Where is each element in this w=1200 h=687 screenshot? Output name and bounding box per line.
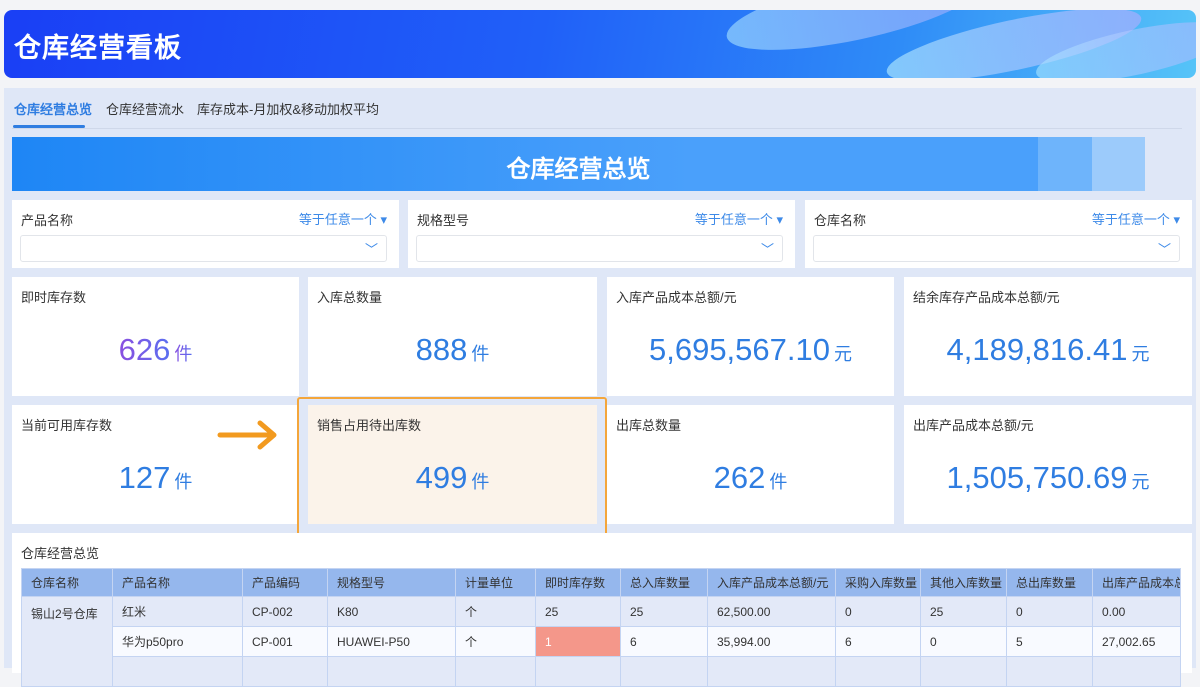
table-cell: 6 bbox=[835, 626, 921, 657]
table-row: 锡山2号仓库 红米 CP-002 K80 个 25 25 62,500.00 0… bbox=[21, 596, 1181, 687]
table-cell: 25 bbox=[920, 596, 1007, 627]
kpi-value: 888 件 bbox=[415, 332, 490, 367]
column-header[interactable]: 产品名称 bbox=[112, 568, 243, 597]
table-cell: 0 bbox=[835, 596, 921, 627]
kpi-inbound-cost: 入库产品成本总额/元 5,695,567.10 元 bbox=[607, 277, 894, 396]
column-header[interactable]: 计量单位 bbox=[455, 568, 536, 597]
filter-label: 仓库名称 bbox=[814, 213, 867, 228]
kpi-title: 出库产品成本总额/元 bbox=[913, 418, 1034, 433]
warehouse-name-select[interactable]: ﹀ bbox=[813, 235, 1180, 262]
column-header[interactable]: 出库产品成本总额/元 bbox=[1092, 568, 1181, 597]
table-cell: 华为p50pro bbox=[112, 626, 243, 657]
table-title: 仓库经营总览 bbox=[21, 546, 100, 561]
table-cell: CP-002 bbox=[242, 596, 328, 627]
kpi-outbound-total: 出库总数量 262 件 bbox=[607, 405, 894, 524]
table-row bbox=[22, 656, 1181, 687]
column-header[interactable]: 规格型号 bbox=[327, 568, 456, 597]
table-header-row: 仓库名称 产品名称 产品编码 规格型号 计量单位 即时库存数 总入库数量 入库产… bbox=[21, 568, 1181, 597]
table-cell: 6 bbox=[620, 626, 708, 657]
kpi-outbound-cost: 出库产品成本总额/元 1,505,750.69 元 bbox=[904, 405, 1192, 524]
tab-overview[interactable]: 仓库经营总览 bbox=[14, 99, 92, 118]
kpi-value: 4,189,816.41 元 bbox=[946, 332, 1150, 367]
chevron-down-icon: ﹀ bbox=[1157, 242, 1171, 257]
operator-label: 等于任意一个 bbox=[298, 212, 377, 227]
kpi-value: 127 件 bbox=[118, 460, 193, 495]
highlight-box bbox=[297, 397, 607, 537]
table-cell: HUAWEI-P50 bbox=[327, 626, 456, 657]
table-cell: K80 bbox=[327, 596, 456, 627]
dashboard-title: 仓库经营看板 bbox=[14, 33, 182, 63]
kpi-value: 5,695,567.10 元 bbox=[648, 332, 852, 367]
chevron-down-icon: ﹀ bbox=[364, 242, 378, 257]
banner-title: 仓库经营总览 bbox=[506, 156, 651, 183]
caret-down-icon: ▾ bbox=[1173, 212, 1180, 227]
kpi-value: 262 件 bbox=[713, 460, 788, 495]
kpi-title: 即时库存数 bbox=[21, 290, 87, 305]
kpi-title: 入库产品成本总额/元 bbox=[616, 290, 737, 305]
kpi-title: 当前可用库存数 bbox=[21, 418, 113, 433]
tab-divider bbox=[12, 128, 1182, 129]
table-cell: CP-001 bbox=[242, 626, 328, 657]
tab-flow[interactable]: 仓库经营流水 bbox=[106, 99, 184, 118]
table-cell: 个 bbox=[455, 626, 536, 657]
column-header[interactable]: 仓库名称 bbox=[21, 568, 113, 597]
filter-product-name: 产品名称 等于任意一个 ▾ ﹀ bbox=[12, 200, 399, 268]
filter-spec-model: 规格型号 等于任意一个 ▾ ﹀ bbox=[408, 200, 795, 268]
column-header[interactable]: 入库产品成本总额/元 bbox=[707, 568, 836, 597]
kpi-title: 出库总数量 bbox=[616, 418, 682, 433]
table-cell: 27,002.65 bbox=[1092, 626, 1181, 657]
kpi-title: 入库总数量 bbox=[317, 290, 383, 305]
warehouse-cell: 锡山2号仓库 bbox=[21, 596, 113, 687]
table-cell: 0.00 bbox=[1092, 596, 1181, 627]
caret-down-icon: ▾ bbox=[380, 212, 387, 227]
table-cell: 35,994.00 bbox=[707, 626, 836, 657]
table-cell: 25 bbox=[535, 596, 621, 627]
column-header[interactable]: 采购入库数量 bbox=[835, 568, 921, 597]
product-name-select[interactable]: ﹀ bbox=[20, 235, 387, 262]
column-header[interactable]: 总入库数量 bbox=[620, 568, 708, 597]
filter-operator-dropdown[interactable]: 等于任意一个 ▾ bbox=[299, 209, 387, 228]
operator-label: 等于任意一个 bbox=[1091, 212, 1170, 227]
table-cell: 5 bbox=[1006, 626, 1093, 657]
table-cell: 0 bbox=[920, 626, 1007, 657]
filter-operator-dropdown[interactable]: 等于任意一个 ▾ bbox=[695, 209, 783, 228]
kpi-current-stock: 即时库存数 626 件 bbox=[12, 277, 299, 396]
table-cell: 红米 bbox=[112, 596, 243, 627]
operator-label: 等于任意一个 bbox=[694, 212, 773, 227]
arrow-right-icon bbox=[217, 420, 277, 450]
caret-down-icon: ▾ bbox=[776, 212, 783, 227]
column-header[interactable]: 产品编码 bbox=[242, 568, 328, 597]
low-stock-cell: 1 bbox=[535, 626, 621, 657]
tab-inventory-cost[interactable]: 库存成本-月加权&移动加权平均 bbox=[197, 99, 379, 118]
filter-label: 产品名称 bbox=[21, 213, 74, 228]
kpi-remaining-cost: 结余库存产品成本总额/元 4,189,816.41 元 bbox=[904, 277, 1192, 396]
table-cell: 个 bbox=[455, 596, 536, 627]
column-header[interactable]: 总出库数量 bbox=[1006, 568, 1093, 597]
section-banner: 仓库经营总览 bbox=[12, 137, 1145, 191]
kpi-value: 626 件 bbox=[118, 332, 193, 367]
column-header[interactable]: 其他入库数量 bbox=[920, 568, 1007, 597]
filter-label: 规格型号 bbox=[417, 213, 470, 228]
kpi-value: 1,505,750.69 元 bbox=[946, 460, 1150, 495]
filter-warehouse-name: 仓库名称 等于任意一个 ▾ ﹀ bbox=[805, 200, 1192, 268]
table-cell: 25 bbox=[620, 596, 708, 627]
filter-operator-dropdown[interactable]: 等于任意一个 ▾ bbox=[1092, 209, 1180, 228]
chevron-down-icon: ﹀ bbox=[760, 242, 774, 257]
warehouse-overview-table: 仓库名称 产品名称 产品编码 规格型号 计量单位 即时库存数 总入库数量 入库产… bbox=[21, 568, 1181, 687]
kpi-inbound-total: 入库总数量 888 件 bbox=[308, 277, 597, 396]
spec-model-select[interactable]: ﹀ bbox=[416, 235, 783, 262]
dashboard-header: 仓库经营看板 bbox=[4, 10, 1196, 78]
active-tab-indicator bbox=[13, 125, 85, 128]
table-cell: 0 bbox=[1006, 596, 1093, 627]
table-cell: 62,500.00 bbox=[707, 596, 836, 627]
table-row: 华为p50pro CP-001 HUAWEI-P50 个 1 6 35,994.… bbox=[22, 626, 1181, 657]
kpi-title: 结余库存产品成本总额/元 bbox=[913, 290, 1060, 305]
column-header[interactable]: 即时库存数 bbox=[535, 568, 621, 597]
